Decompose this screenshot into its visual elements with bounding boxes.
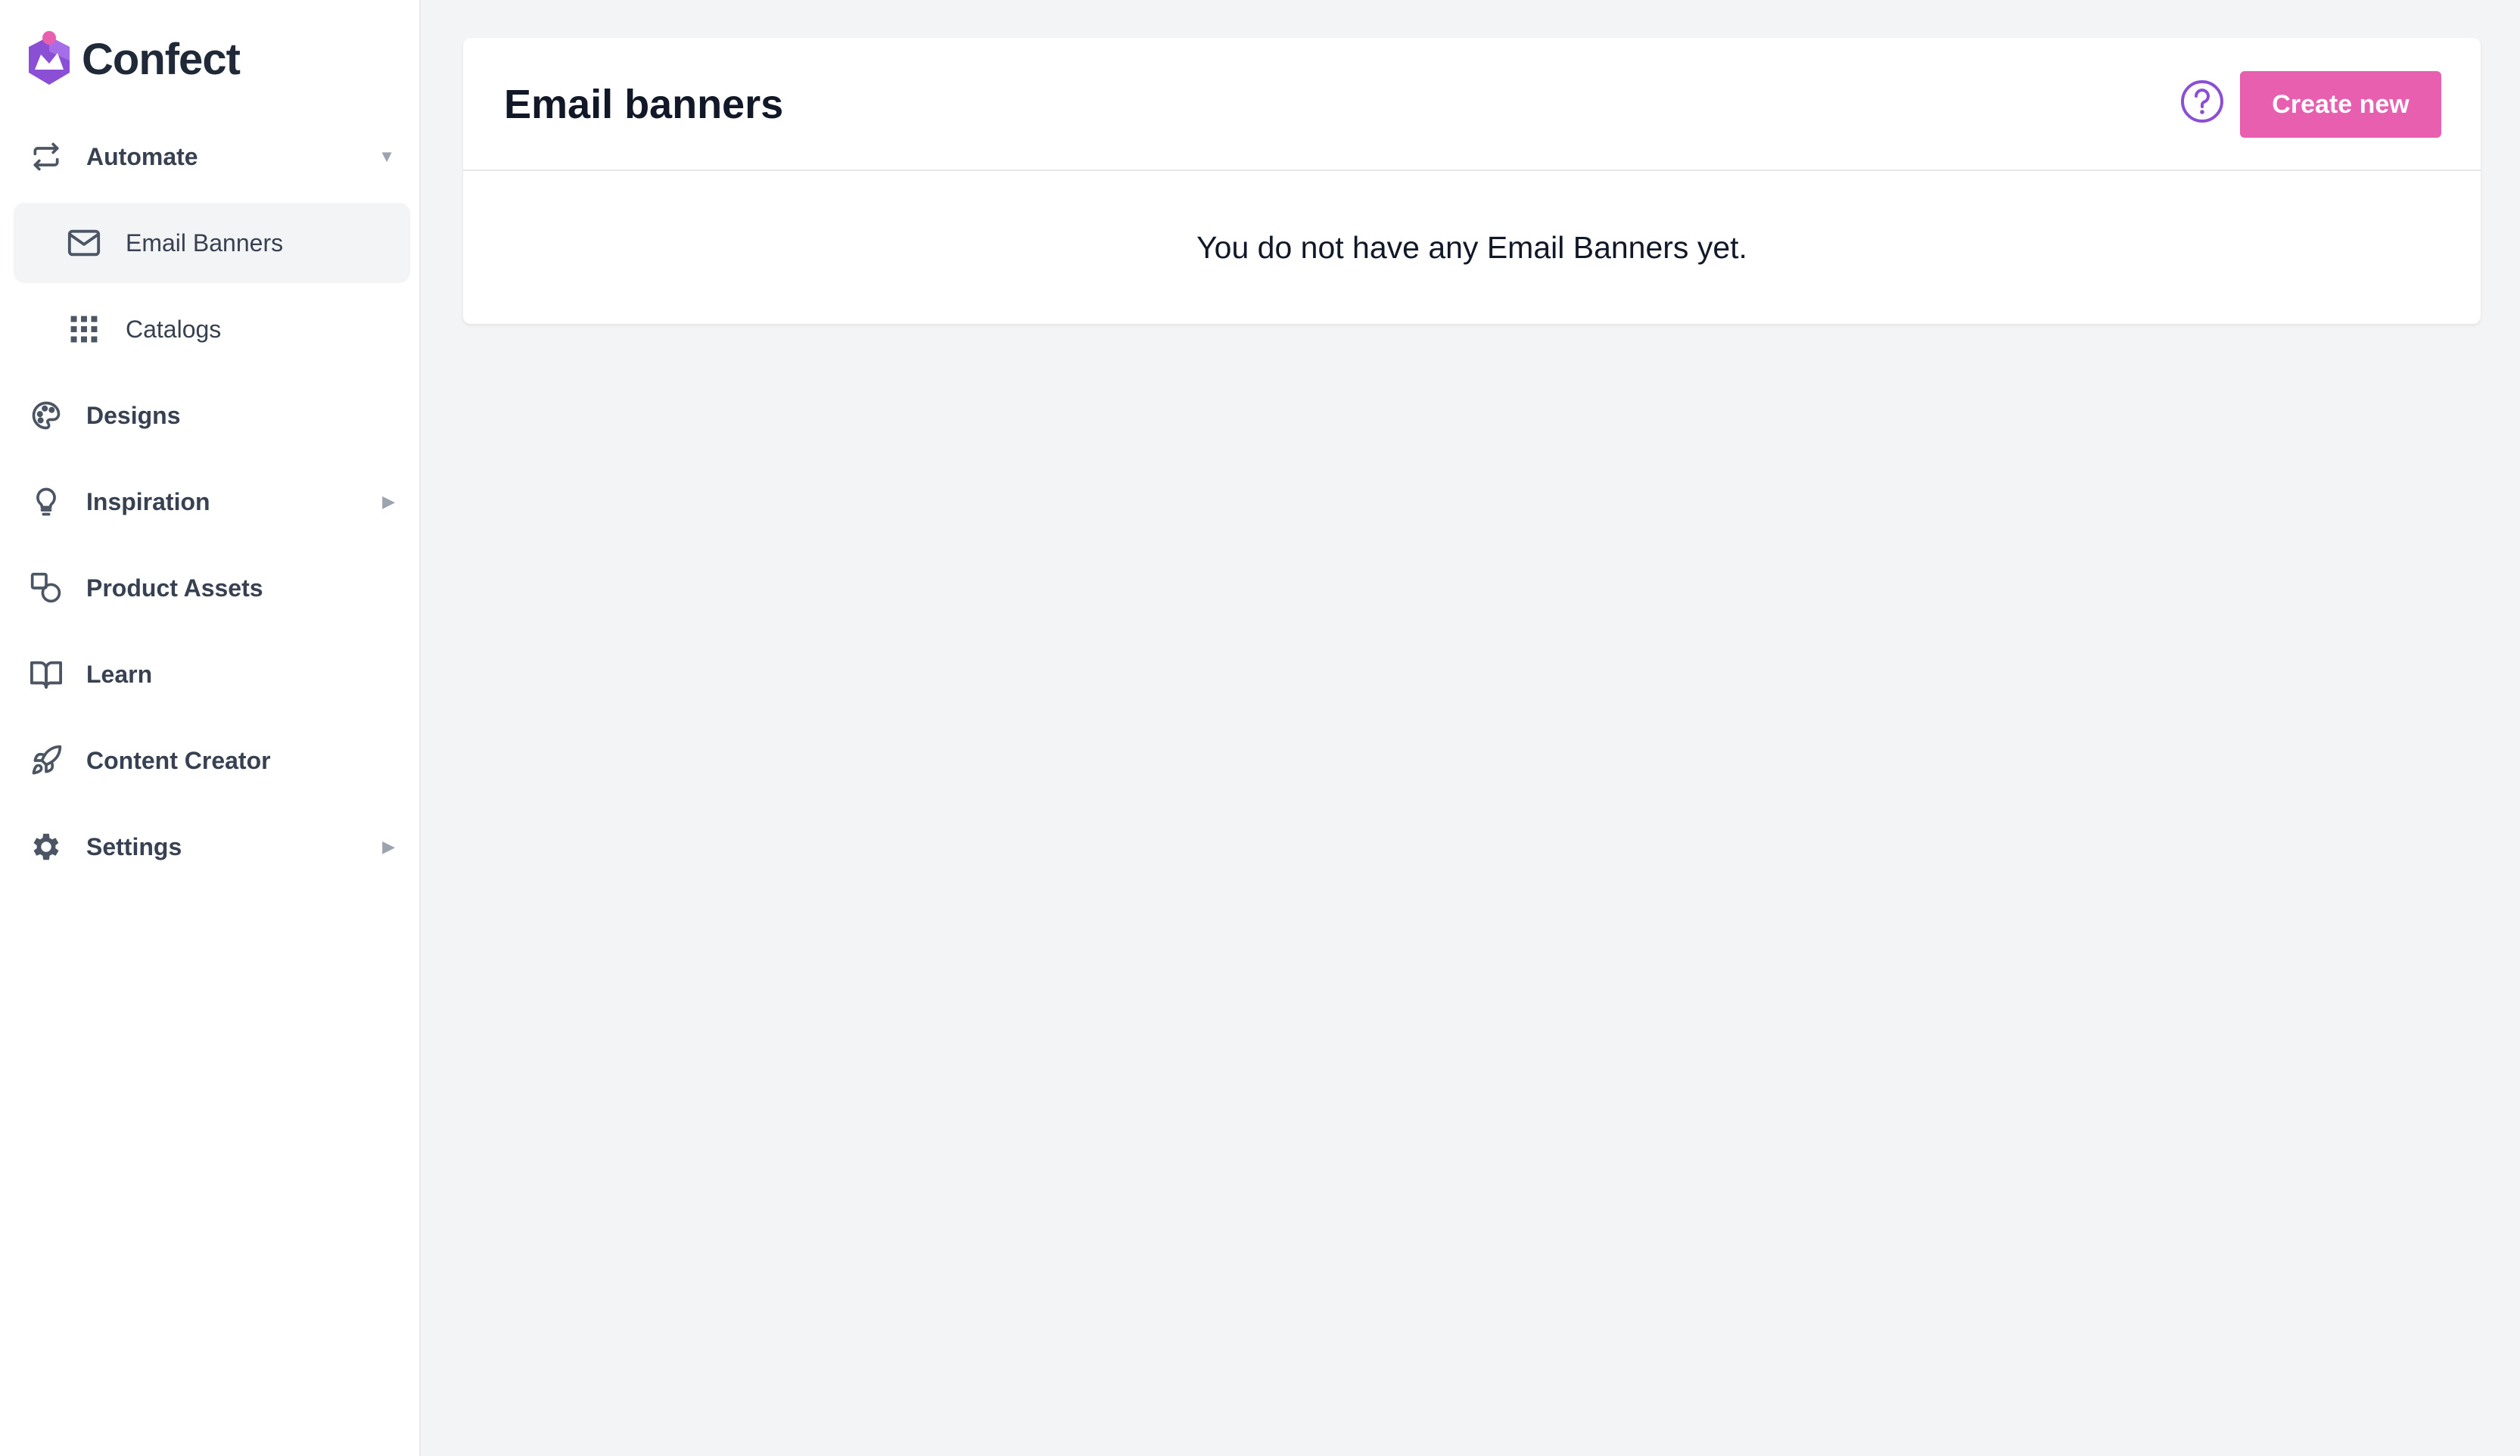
open-book-icon [29,657,64,692]
sidebar-item-catalogs[interactable]: Catalogs [14,289,410,369]
shapes-icon [29,571,64,605]
chevron-right-icon: ▶ [382,492,395,511]
confect-logo-icon [29,31,70,85]
sidebar-item-inspiration[interactable]: Inspiration ▶ [14,462,410,542]
empty-state-message: You do not have any Email Banners yet. [1196,229,1747,265]
sidebar-item-email-banners[interactable]: Email Banners [14,203,410,283]
chevron-down-icon: ▼ [378,147,395,166]
sidebar-item-label: Content Creator [86,746,271,774]
lightbulb-icon [29,484,64,519]
page-title: Email banners [504,82,784,127]
sidebar-item-label: Product Assets [86,574,263,602]
sidebar-item-automate[interactable]: Automate ▼ [14,117,410,197]
envelope-icon [67,226,101,260]
card-header: Email banners Create new [463,38,2481,171]
sidebar-item-settings[interactable]: Settings ▶ [14,807,410,887]
palette-icon [29,398,64,433]
chevron-right-icon: ▶ [382,837,395,856]
sidebar-item-label: Catalogs [126,315,222,343]
sidebar-item-product-assets[interactable]: Product Assets [14,548,410,628]
email-banners-card: Email banners Create new You do not have… [463,38,2481,324]
sidebar-item-label: Settings [86,832,182,860]
sidebar-item-label: Learn [86,660,153,688]
question-circle-icon[interactable] [2179,79,2225,124]
sidebar-item-label: Inspiration [86,487,210,515]
sidebar-item-label: Email Banners [126,229,284,257]
app-root: Confect Automate ▼ Email Banners Catalog… [0,0,2520,1456]
brand-name: Confect [82,34,241,84]
grid-dots-icon [67,312,101,347]
sidebar-item-label: Designs [86,401,181,429]
sidebar-item-content-creator[interactable]: Content Creator [14,720,410,801]
gear-icon [29,829,64,864]
sidebar-item-label: Automate [86,142,198,170]
sidebar: Confect Automate ▼ Email Banners Catalog… [0,0,421,1456]
rocket-icon [29,743,64,778]
sidebar-item-designs[interactable]: Designs [14,375,410,456]
create-new-button[interactable]: Create new [2240,71,2441,138]
sidebar-item-learn[interactable]: Learn [14,634,410,714]
brand[interactable]: Confect [24,29,241,89]
repeat-arrows-icon [29,139,64,174]
